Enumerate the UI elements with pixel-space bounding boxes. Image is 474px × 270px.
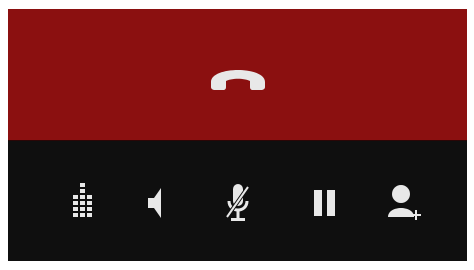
call-controls [8, 141, 467, 261]
dialpad-icon [70, 183, 96, 223]
pause-icon [312, 188, 338, 218]
add-call-button[interactable] [385, 181, 425, 225]
add-person-icon [387, 181, 423, 225]
speaker-button[interactable] [136, 181, 176, 225]
mute-button[interactable] [218, 181, 258, 225]
microphone-mute-icon [224, 181, 252, 225]
hold-button[interactable] [305, 181, 345, 225]
end-call-button[interactable] [8, 9, 467, 140]
dialpad-button[interactable] [63, 181, 103, 225]
speaker-icon [145, 183, 167, 223]
call-screen [8, 9, 467, 261]
phone-hangup-icon [207, 58, 269, 92]
